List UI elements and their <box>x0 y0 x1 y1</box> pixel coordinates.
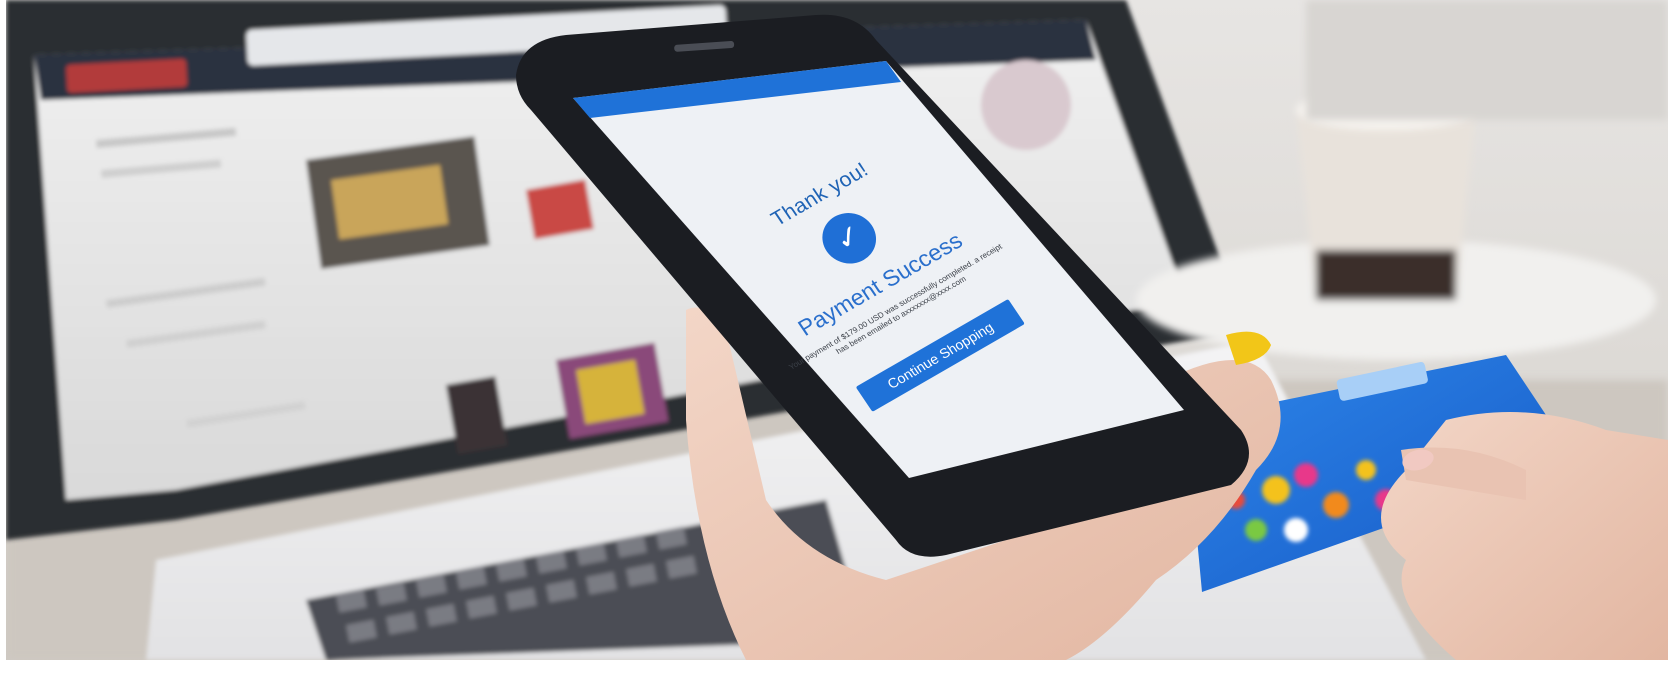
payment-confirmation-screen: Thank you! ✓ Payment Success Your paymen… <box>649 59 1133 541</box>
phone-screen: Thank you! ✓ Payment Success Your paymen… <box>649 59 1178 608</box>
photo-scene: Thank you! ✓ Payment Success Your paymen… <box>6 0 1668 660</box>
checkmark-icon: ✓ <box>812 203 887 273</box>
checkmark-glyph: ✓ <box>828 217 870 259</box>
phone-screen-layer: Thank you! ✓ Payment Success Your paymen… <box>6 0 1668 660</box>
